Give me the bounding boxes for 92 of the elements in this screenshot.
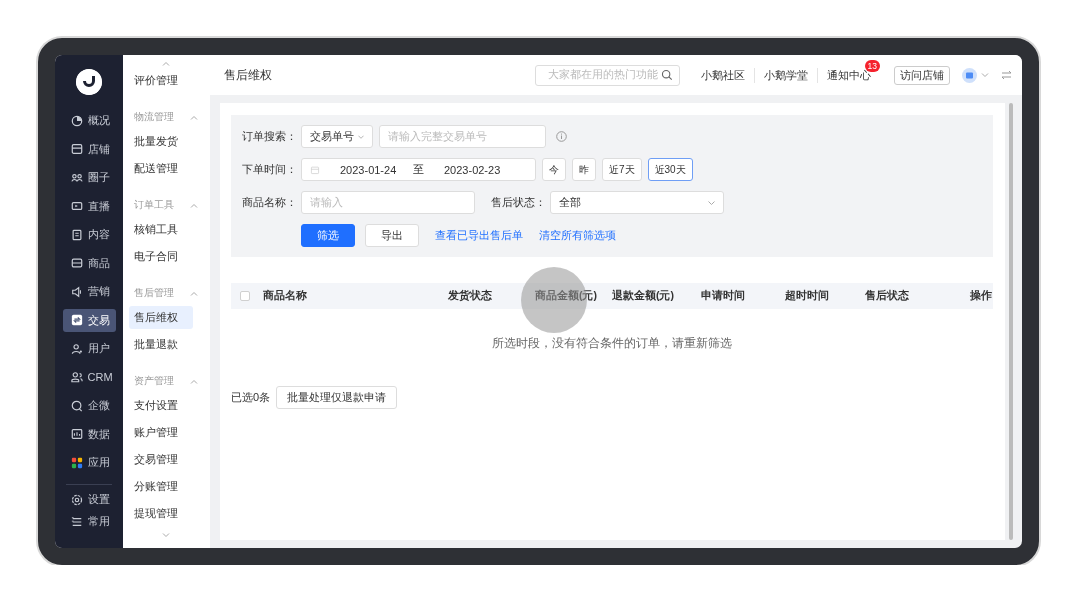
scroll-down-icon[interactable]: [162, 533, 170, 538]
nav-item[interactable]: 圈子: [62, 166, 116, 189]
submenu-item[interactable]: 批量退款: [129, 333, 193, 356]
nav-item[interactable]: 常用: [62, 511, 116, 532]
export-button[interactable]: 导出: [365, 224, 419, 247]
nav-item[interactable]: 设置: [62, 489, 116, 510]
batch-refund-button[interactable]: 批量处理仅退款申请: [276, 386, 398, 409]
link[interactable]: 查看已导出售后单: [435, 228, 523, 243]
selected-count: 已选0条: [231, 390, 271, 405]
group-title: 资产管理: [134, 374, 174, 388]
caret-icon[interactable]: [981, 72, 989, 78]
swap-icon: [70, 314, 83, 326]
info-icon: [556, 131, 567, 142]
calendar-icon: [310, 164, 320, 175]
collapse-icon[interactable]: [190, 202, 198, 208]
link[interactable]: 清空所有筛选项: [539, 228, 616, 243]
status-select[interactable]: 全部: [550, 191, 724, 214]
submenu-item[interactable]: 评价管理: [129, 69, 193, 92]
submenu-item[interactable]: 账户管理: [129, 421, 193, 444]
settings-icon: [70, 493, 83, 506]
submenu-item[interactable]: 电子合同: [129, 245, 193, 268]
group-icon: [70, 371, 83, 383]
scrollbar[interactable]: [1009, 103, 1013, 540]
shop-icon: [70, 143, 83, 155]
field-label: 下单时间：: [242, 162, 295, 177]
visit-store-button[interactable]: 访问店铺: [894, 65, 950, 85]
collapse-icon[interactable]: [190, 378, 198, 384]
scroll-up-icon[interactable]: [162, 60, 170, 66]
chart-icon: [70, 114, 83, 127]
submenu-item[interactable]: 售后维权: [129, 306, 193, 329]
collapse-icon[interactable]: [190, 290, 198, 296]
quick-date-button[interactable]: 今: [542, 158, 566, 181]
field-label: 售后状态：: [491, 195, 544, 210]
page-title: 售后维权: [224, 66, 273, 84]
search-icon: [661, 69, 673, 81]
nav-item[interactable]: 交易: [62, 308, 116, 332]
avatar-icon[interactable]: [962, 67, 977, 83]
field-label: 商品名称：: [242, 195, 295, 210]
box-icon: [70, 257, 83, 269]
nav-item[interactable]: 店铺: [62, 137, 116, 161]
nav-item[interactable]: 应用: [62, 451, 116, 474]
list-icon: [70, 515, 83, 528]
submenu-item[interactable]: 提现管理: [129, 502, 193, 525]
nav-item[interactable]: 商品: [62, 251, 116, 275]
people-icon: [70, 171, 83, 184]
quick-date-button[interactable]: 昨: [572, 158, 596, 181]
submenu-item[interactable]: 分账管理: [129, 475, 193, 498]
column-header: 申请时间: [701, 289, 746, 303]
quick-date-button[interactable]: 近30天: [647, 158, 693, 181]
nav-item[interactable]: 概况: [62, 109, 116, 132]
submenu-item[interactable]: 交易管理: [129, 448, 193, 471]
dropdown-icon: [708, 200, 715, 205]
switch-icon[interactable]: [1001, 70, 1012, 80]
quick-date-button[interactable]: 近7天: [602, 158, 642, 181]
dropdown-icon: [358, 134, 364, 139]
speaker-icon: [70, 285, 83, 298]
submenu-item[interactable]: 批量发货: [129, 130, 193, 153]
nav-item[interactable]: 数据: [62, 422, 116, 446]
column-header: 发货状态: [448, 289, 493, 303]
column-header: 操作: [970, 289, 992, 303]
field-label: 订单搜索：: [242, 129, 295, 144]
header-link[interactable]: 小鹅社区: [701, 68, 745, 81]
nav-item[interactable]: 企微: [62, 394, 116, 417]
filter-button[interactable]: 筛选: [301, 224, 355, 247]
search-type-select[interactable]: 交易单号: [301, 125, 373, 148]
nav-item[interactable]: 用户: [62, 337, 116, 360]
user-icon: [70, 342, 83, 355]
dashboard-icon: [70, 428, 83, 440]
submenu-item[interactable]: 支付设置: [129, 394, 193, 417]
apps-icon: [70, 456, 83, 469]
group-title: 订单工具: [134, 198, 174, 212]
submenu-item[interactable]: 核销工具: [129, 218, 193, 241]
column-header: 商品名称: [263, 289, 308, 303]
logo-icon[interactable]: [76, 69, 102, 95]
collapse-icon[interactable]: [190, 114, 198, 120]
group-title: 售后管理: [134, 286, 174, 300]
column-header: 超时时间: [785, 289, 830, 303]
nav-item[interactable]: 直播: [62, 194, 116, 218]
group-title: 物流管理: [134, 110, 174, 124]
column-header: 商品金额(元): [535, 289, 598, 303]
column-header: 售后状态: [865, 289, 910, 303]
select-all-checkbox[interactable]: [240, 291, 250, 301]
empty-message: 所选时段，没有符合条件的订单，请重新筛选: [492, 337, 732, 349]
column-header: 退款金额(元): [612, 289, 675, 303]
nav-item[interactable]: 内容: [62, 223, 116, 246]
video-icon: [70, 200, 83, 212]
submenu-item[interactable]: 配送管理: [129, 157, 193, 180]
nav-item[interactable]: CRM: [62, 365, 116, 389]
nav-item[interactable]: 营销: [62, 280, 116, 303]
date-range-field[interactable]: 2023-01-24 至 2023-02-23: [301, 158, 536, 181]
document-icon: [70, 228, 83, 241]
header-link[interactable]: 小鹅学堂: [764, 68, 808, 81]
